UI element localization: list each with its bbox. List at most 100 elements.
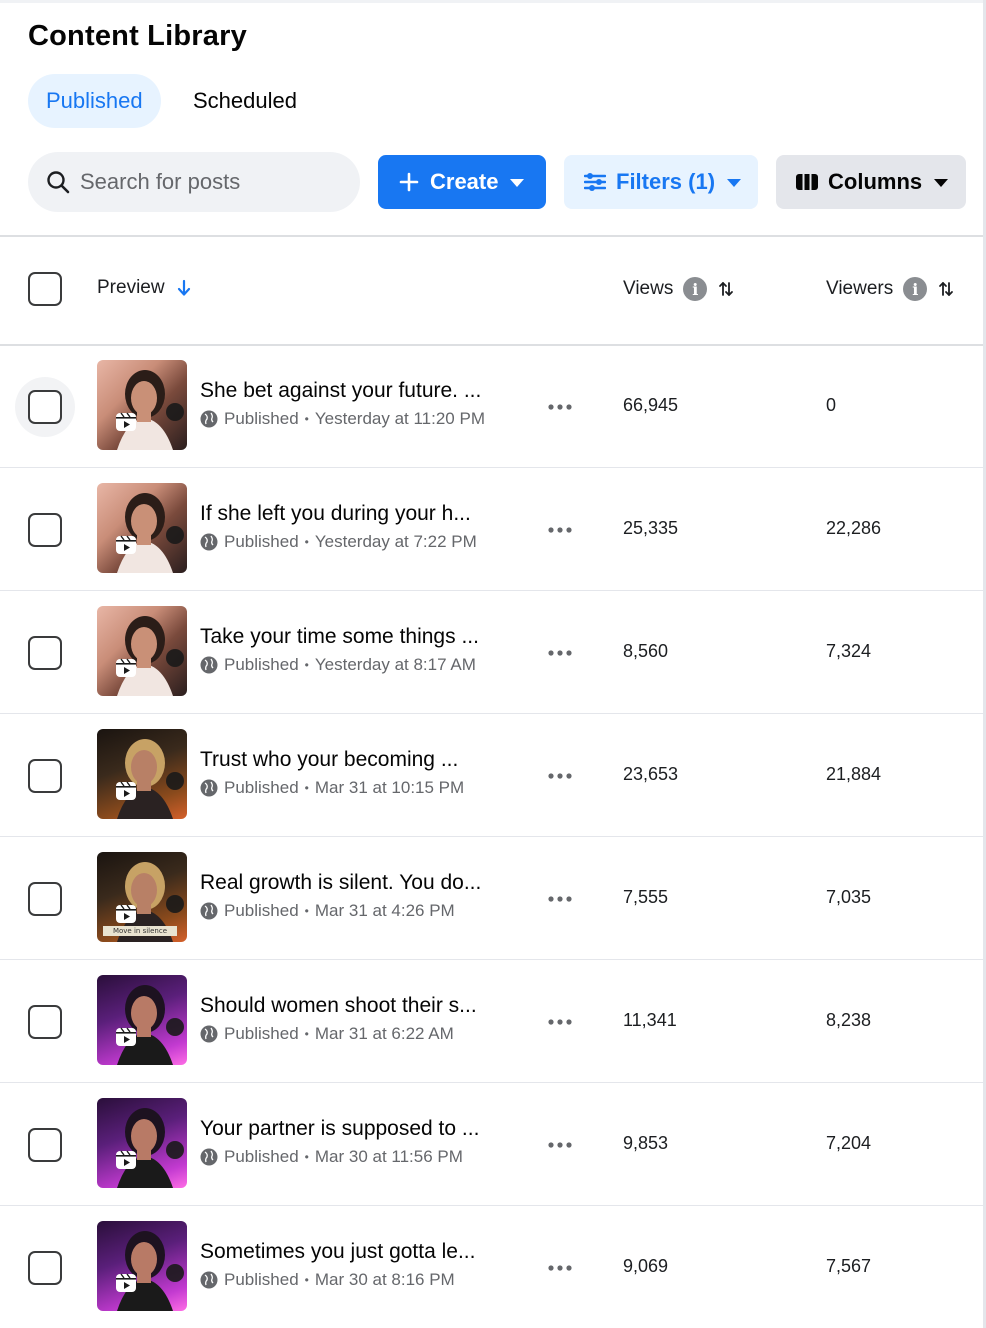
meta-separator: • [304,1027,309,1041]
person-portrait-image [117,370,184,450]
post-thumbnail[interactable] [97,360,187,450]
views-value: 23,653 [623,764,679,784]
views-column-header[interactable]: Views i [623,277,735,301]
table-row[interactable]: Should women shoot their s... Published … [0,960,983,1083]
post-title[interactable]: Sometimes you just gotta le... [200,1240,515,1264]
info-icon[interactable]: i [903,277,928,301]
viewers-value: 0 [826,395,837,415]
table-row[interactable]: Sometimes you just gotta le... Published… [0,1206,983,1328]
row-checkbox[interactable] [28,636,62,670]
table-row[interactable]: Take your time some things ... Published… [0,591,983,714]
post-thumbnail[interactable] [97,975,187,1065]
person-portrait-image [117,493,184,573]
more-options-icon[interactable] [547,772,573,780]
post-title[interactable]: Real growth is silent. You do... [200,871,515,895]
viewers-value: 7,567 [826,1256,872,1276]
post-thumbnail[interactable] [97,729,187,819]
search-box[interactable] [28,152,360,212]
preview-column-header[interactable]: Preview [97,277,193,299]
info-icon[interactable]: i [683,277,708,301]
reels-icon [116,1150,136,1169]
create-button-label: Create [430,169,499,194]
more-options-icon[interactable] [547,895,573,903]
viewers-value: 7,204 [826,1133,872,1153]
create-button[interactable]: Create [378,155,546,209]
row-checkbox[interactable] [28,759,62,793]
sort-icon[interactable] [717,280,735,298]
row-checkbox[interactable] [28,1251,62,1285]
post-thumbnail[interactable] [97,606,187,696]
post-time: Mar 30 at 8:16 PM [314,1270,455,1289]
post-title[interactable]: Should women shoot their s... [200,994,515,1018]
chevron-down-icon [510,179,525,187]
meta-separator: • [304,412,309,426]
person-portrait-image [117,739,184,819]
post-meta: Published • Yesterday at 11:20 PM [200,409,485,429]
globe-icon [200,1148,218,1166]
table-row[interactable]: If she left you during your h... Publish… [0,468,983,591]
post-title[interactable]: Trust who your becoming ... [200,748,515,772]
toolbar-divider [0,235,983,237]
meta-separator: • [304,904,309,918]
post-thumbnail[interactable] [97,1221,187,1311]
person-portrait-image [117,1108,184,1188]
reels-icon [116,1027,136,1046]
reels-icon [116,781,136,800]
columns-icon [794,169,820,195]
viewers-column-label: Viewers [826,278,894,299]
row-checkbox[interactable] [28,390,62,424]
post-time: Mar 31 at 6:22 AM [314,1024,454,1043]
post-thumbnail[interactable] [97,1098,187,1188]
meta-separator: • [304,535,309,549]
filters-button-label: Filters (1) [616,169,716,194]
post-title[interactable]: She bet against your future. ... [200,379,515,403]
post-thumbnail[interactable] [97,483,187,573]
post-title[interactable]: Your partner is supposed to ... [200,1117,515,1141]
person-portrait-image [117,1231,184,1311]
post-time: Mar 30 at 11:56 PM [314,1147,463,1166]
row-checkbox[interactable] [28,513,62,547]
post-meta: Published • Yesterday at 8:17 AM [200,655,476,675]
search-input[interactable] [80,152,350,212]
tab-published[interactable]: Published [28,74,161,128]
post-title[interactable]: Take your time some things ... [200,625,515,649]
globe-icon [200,410,218,428]
row-checkbox[interactable] [28,882,62,916]
views-value: 11,341 [623,1010,677,1030]
post-status: Published [224,1024,299,1043]
top-border [0,0,986,3]
row-checkbox[interactable] [28,1128,62,1162]
post-meta: Published • Mar 31 at 6:22 AM [200,1024,454,1044]
viewers-value: 7,035 [826,887,872,907]
table-row[interactable]: Move in silence Real growth is silent. Y… [0,837,983,960]
globe-icon [200,1271,218,1289]
more-options-icon[interactable] [547,1141,573,1149]
views-value: 66,945 [623,395,679,415]
chevron-down-icon [934,179,949,187]
more-options-icon[interactable] [547,649,573,657]
table-row[interactable]: Your partner is supposed to ... Publishe… [0,1083,983,1206]
page-title: Content Library [28,20,247,52]
more-options-icon[interactable] [547,526,573,534]
sort-icon[interactable] [937,280,955,298]
globe-icon [200,779,218,797]
table-row[interactable]: Trust who your becoming ... Published • … [0,714,983,837]
tab-scheduled[interactable]: Scheduled [175,74,315,128]
views-column-label: Views [623,278,674,299]
post-meta: Published • Mar 30 at 11:56 PM [200,1147,463,1167]
meta-separator: • [304,658,309,672]
more-options-icon[interactable] [547,1264,573,1272]
post-meta: Published • Mar 31 at 4:26 PM [200,901,455,921]
columns-button[interactable]: Columns [776,155,966,209]
post-title[interactable]: If she left you during your h... [200,502,515,526]
views-value: 9,069 [623,1256,669,1276]
more-options-icon[interactable] [547,1018,573,1026]
viewers-column-header[interactable]: Viewers i [826,277,955,301]
more-options-icon[interactable] [547,403,573,411]
post-thumbnail[interactable]: Move in silence [97,852,187,942]
filters-button[interactable]: Filters (1) [564,155,758,209]
row-checkbox[interactable] [28,1005,62,1039]
select-all-checkbox[interactable] [28,272,62,306]
table-row[interactable]: She bet against your future. ... Publish… [0,345,983,468]
viewers-value: 21,884 [826,764,882,784]
